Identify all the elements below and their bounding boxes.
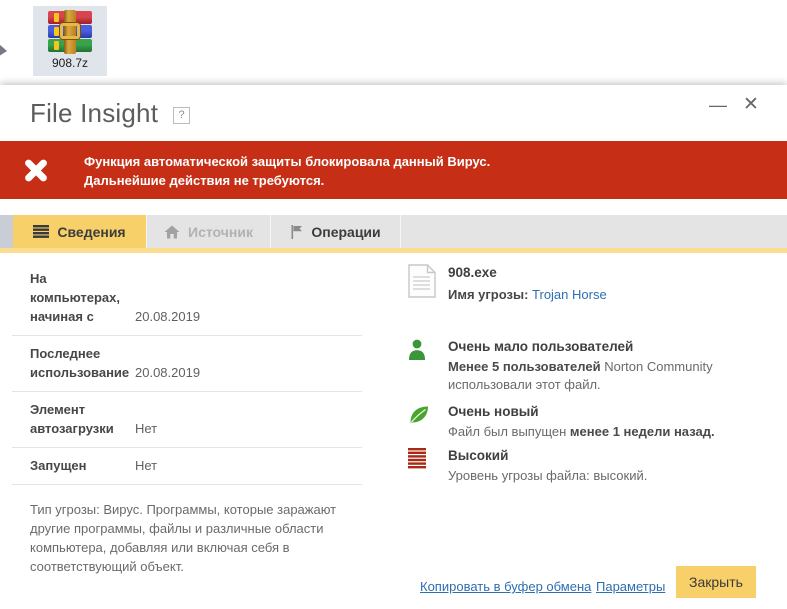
winrar-archive-icon bbox=[47, 10, 93, 54]
minimize-button[interactable]: — bbox=[705, 92, 731, 118]
home-icon bbox=[164, 225, 180, 238]
insight-text: Уровень угрозы файла: высокий. bbox=[448, 468, 648, 483]
file-info-block: 908.exe Имя угрозы: Trojan Horse bbox=[408, 263, 607, 305]
settings-link[interactable]: Параметры bbox=[596, 579, 665, 594]
threat-name-label: Имя угрозы: bbox=[448, 287, 529, 302]
detail-row-launched: Запущен Нет bbox=[12, 448, 362, 485]
banner-message: Функция автоматической защиты блокировал… bbox=[84, 152, 490, 190]
insight-text: Менее 5 пользователей Norton Community и… bbox=[448, 358, 748, 394]
tab-details[interactable]: Сведения bbox=[13, 215, 146, 248]
detail-row-first-seen: На компьютерах, начиная с 20.08.2019 bbox=[12, 261, 362, 336]
tabbar-left-edge bbox=[0, 215, 13, 248]
insight-text-bold: Менее 5 пользователей bbox=[448, 359, 601, 374]
threat-name-link[interactable]: Trojan Horse bbox=[532, 287, 607, 302]
desktop-icon-908-archive[interactable]: 908.7z bbox=[33, 6, 107, 76]
tab-bar: Сведения Источник Операции bbox=[0, 215, 787, 248]
leaf-icon bbox=[408, 403, 448, 441]
tab-operations[interactable]: Операции bbox=[272, 215, 401, 248]
tab-source[interactable]: Источник bbox=[146, 215, 271, 248]
threat-blocked-banner: Функция автоматической защиты блокировал… bbox=[0, 141, 787, 199]
insight-text-bold: менее 1 недели назад. bbox=[569, 424, 715, 439]
tab-operations-label: Операции bbox=[311, 223, 381, 240]
insight-title: Очень новый bbox=[448, 404, 539, 419]
banner-line2: Дальнейшие действия не требуются. bbox=[84, 173, 325, 188]
user-count-block: Очень мало пользователей Менее 5 пользов… bbox=[408, 338, 748, 394]
screen: 908.7z File Insight ? — ✕ Функция автома… bbox=[0, 0, 787, 609]
detail-value: 20.08.2019 bbox=[135, 365, 201, 380]
active-tab-accent-strip bbox=[0, 248, 787, 253]
mouse-cursor-icon bbox=[0, 44, 7, 56]
file-insight-window: File Insight ? — ✕ Функция автоматическо… bbox=[0, 85, 787, 609]
user-icon bbox=[408, 338, 448, 394]
file-age-block: Очень новый Файл был выпущен менее 1 нед… bbox=[408, 403, 748, 441]
blocked-x-icon bbox=[22, 156, 50, 184]
insight-text: Файл был выпущен менее 1 недели назад. bbox=[448, 423, 748, 441]
desktop-background: 908.7z bbox=[0, 0, 787, 85]
detail-label: Запущен bbox=[30, 458, 87, 473]
tab-source-label: Источник bbox=[188, 223, 253, 240]
details-panel: На компьютерах, начиная с 20.08.2019 Пос… bbox=[12, 261, 362, 576]
file-name: 908.exe bbox=[448, 265, 497, 280]
insight-text-pre: Файл был выпущен bbox=[448, 424, 570, 439]
copy-to-clipboard-link[interactable]: Копировать в буфер обмена bbox=[420, 579, 591, 594]
close-dialog-button[interactable]: Закрыть bbox=[676, 566, 756, 598]
detail-label: На компьютерах, начиная с bbox=[30, 271, 120, 324]
banner-line1: Функция автоматической защиты блокировал… bbox=[84, 154, 491, 169]
window-title: File Insight bbox=[30, 98, 159, 128]
detail-value: 20.08.2019 bbox=[135, 309, 201, 324]
help-icon[interactable]: ? bbox=[173, 107, 190, 124]
close-window-button[interactable]: ✕ bbox=[738, 92, 764, 118]
flag-icon bbox=[291, 224, 303, 239]
threat-level-block: Высокий Уровень угрозы файла: высокий. bbox=[408, 447, 748, 485]
tab-details-label: Сведения bbox=[57, 223, 126, 240]
detail-label: Элемент автозагрузки bbox=[30, 402, 114, 436]
desktop-icon-label: 908.7z bbox=[51, 56, 89, 70]
detail-row-startup-item: Элемент автозагрузки Нет bbox=[12, 392, 362, 448]
threat-level-bars-icon bbox=[408, 447, 448, 485]
insight-title: Очень мало пользователей bbox=[448, 339, 634, 354]
detail-row-last-used: Последнее использование 20.08.2019 bbox=[12, 336, 362, 392]
detail-value: Нет bbox=[135, 458, 158, 473]
detail-label: Последнее использование bbox=[30, 346, 130, 380]
document-icon bbox=[408, 263, 448, 305]
threat-name-line: Имя угрозы: Trojan Horse bbox=[448, 285, 607, 305]
threat-type-description: Тип угрозы: Вирус. Программы, которые за… bbox=[30, 502, 337, 574]
detail-value: Нет bbox=[135, 421, 158, 436]
insight-title: Высокий bbox=[448, 448, 509, 463]
list-icon bbox=[33, 225, 50, 238]
